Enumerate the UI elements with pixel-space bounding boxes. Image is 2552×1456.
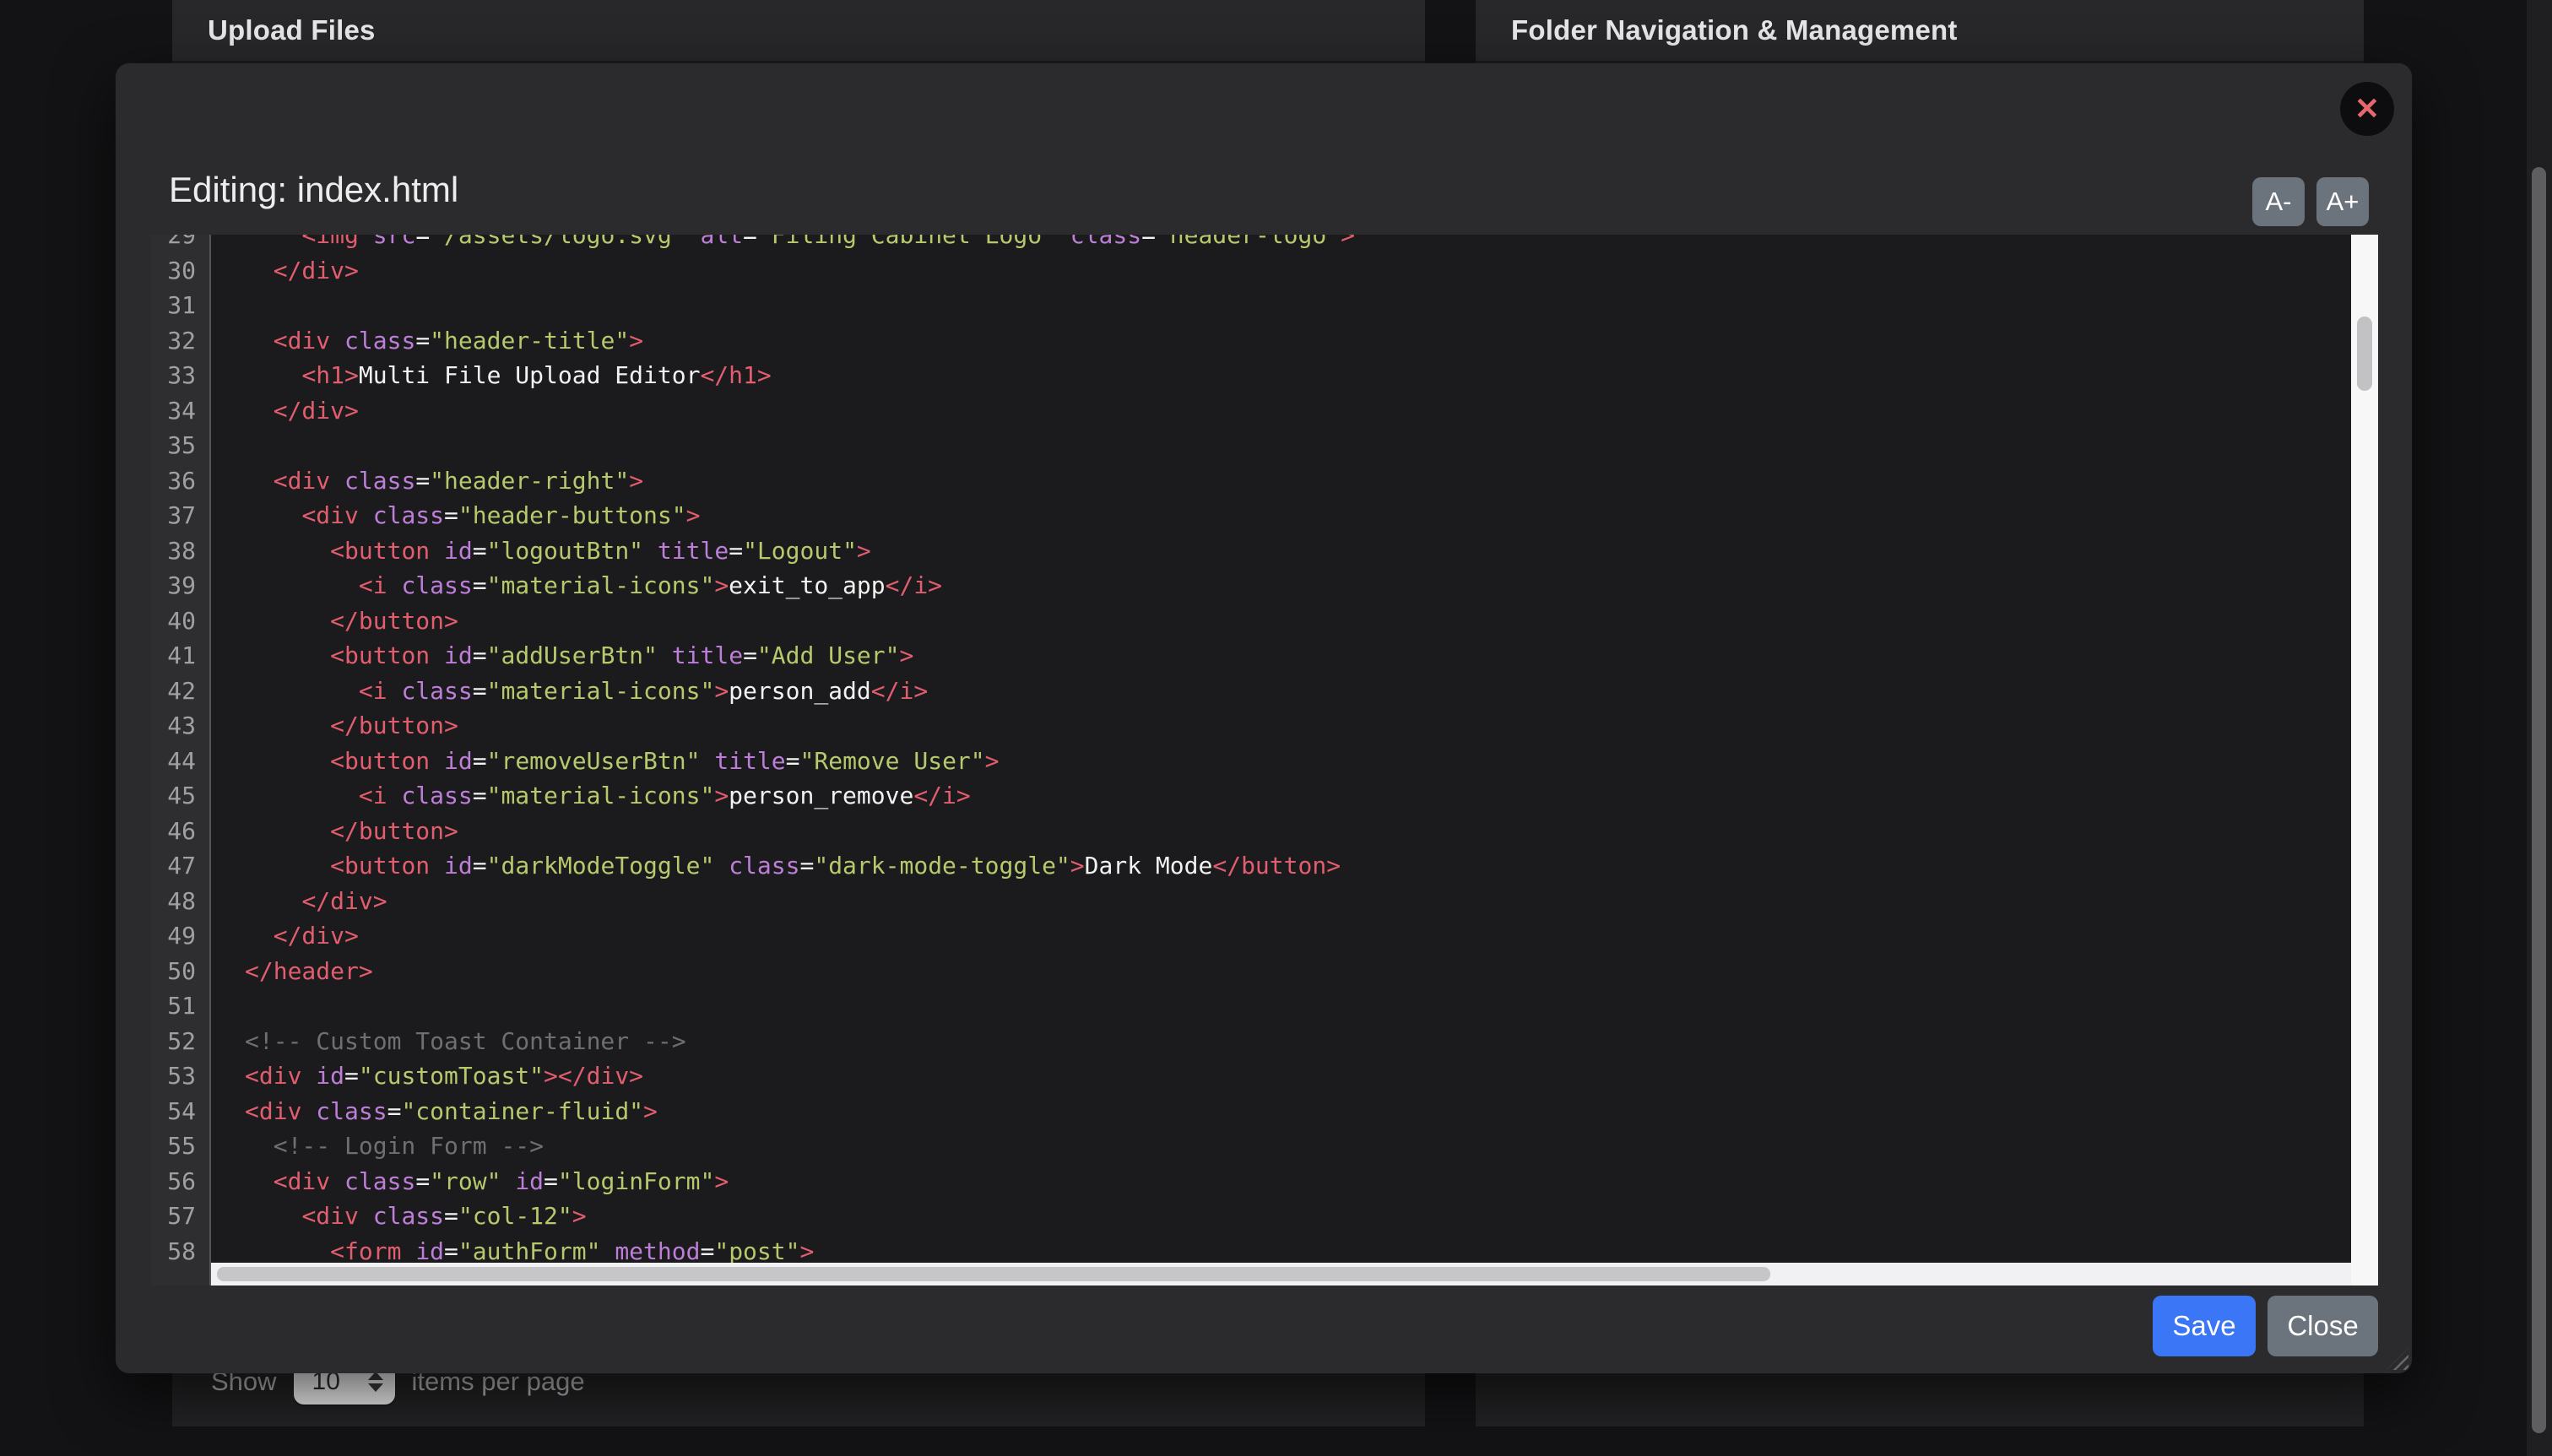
code-line: <h1>Multi File Upload Editor</h1> (245, 358, 1355, 393)
code-line: <i class="material-icons">exit_to_app</i… (245, 568, 1355, 604)
gutter-inner: 2930313233343536373839404142434445464748… (150, 235, 196, 1269)
code-line: <i class="material-icons">person_add</i> (245, 674, 1355, 709)
edit-file-modal: Editing: index.html ✕ A- A+ 293031323334… (116, 63, 2412, 1373)
code-line: </div> (245, 253, 1355, 289)
editor-vertical-scrollbar-thumb[interactable] (2357, 317, 2372, 391)
code-line: </div> (245, 393, 1355, 429)
line-number: 48 (150, 884, 196, 919)
line-number: 41 (150, 638, 196, 674)
upload-files-title: Upload Files (208, 14, 376, 46)
code-line: <!-- Login Form --> (245, 1129, 1355, 1164)
line-number: 29 (150, 235, 196, 253)
line-number: 33 (150, 358, 196, 393)
folder-navigation-card-header: Folder Navigation & Management (1476, 0, 2364, 63)
code-line: </div> (245, 918, 1355, 954)
code-line: <div class="row" id="loginForm"> (245, 1164, 1355, 1199)
line-number: 32 (150, 323, 196, 359)
editor-vertical-scrollbar[interactable] (2351, 235, 2378, 1286)
page-scrollbar-thumb[interactable] (2532, 167, 2546, 1433)
code-line (245, 288, 1355, 323)
line-number: 39 (150, 568, 196, 604)
code-editor[interactable]: 2930313233343536373839404142434445464748… (150, 235, 2378, 1286)
line-number: 50 (150, 954, 196, 989)
line-number: 36 (150, 463, 196, 499)
font-decrease-button[interactable]: A- (2252, 177, 2305, 226)
code-line: <i class="material-icons">person_remove<… (245, 778, 1355, 814)
code-line: <div class="container-fluid"> (245, 1094, 1355, 1129)
modal-title: Editing: index.html (169, 170, 458, 210)
line-number: 54 (150, 1094, 196, 1129)
code-line: </header> (245, 954, 1355, 989)
line-number: 56 (150, 1164, 196, 1199)
code-line: </button> (245, 814, 1355, 849)
save-button[interactable]: Save (2153, 1296, 2256, 1356)
modal-close-button[interactable]: ✕ (2340, 82, 2394, 136)
line-number: 49 (150, 918, 196, 954)
line-number: 30 (150, 253, 196, 289)
line-number: 47 (150, 848, 196, 884)
line-number: 45 (150, 778, 196, 814)
line-number: 51 (150, 988, 196, 1024)
resize-grip-icon[interactable] (2387, 1348, 2408, 1370)
line-number: 55 (150, 1129, 196, 1164)
close-button[interactable]: Close (2268, 1296, 2378, 1356)
code-line: <button id="darkModeToggle" class="dark-… (245, 848, 1355, 884)
code-line: <form id="authForm" method="post"> (245, 1234, 1355, 1264)
code-line: <div class="col-12"> (245, 1199, 1355, 1234)
upload-files-card-header: Upload Files (172, 0, 1425, 63)
close-icon: ✕ (2354, 91, 2380, 127)
code-line: <div class="header-buttons"> (245, 498, 1355, 533)
code-line: </button> (245, 708, 1355, 744)
line-number: 43 (150, 708, 196, 744)
line-number: 46 (150, 814, 196, 849)
page-scrollbar[interactable] (2527, 0, 2552, 1456)
code-line: <!-- Custom Toast Container --> (245, 1024, 1355, 1059)
line-number: 38 (150, 533, 196, 569)
line-number: 44 (150, 744, 196, 779)
line-number: 31 (150, 288, 196, 323)
code-line (245, 988, 1355, 1024)
code-inner: <img src="/assets/logo.svg" alt="Filing … (245, 235, 1355, 1263)
line-number-gutter: 2930313233343536373839404142434445464748… (150, 235, 211, 1286)
line-number: 53 (150, 1058, 196, 1094)
code-line: <div class="header-right"> (245, 463, 1355, 499)
line-number: 52 (150, 1024, 196, 1059)
code-line: <img src="/assets/logo.svg" alt="Filing … (245, 235, 1355, 253)
line-number: 58 (150, 1234, 196, 1269)
code-line: </button> (245, 604, 1355, 639)
modal-footer-buttons: Save Close (2153, 1296, 2378, 1356)
code-line: <button id="removeUserBtn" title="Remove… (245, 744, 1355, 779)
code-line: <div class="header-title"> (245, 323, 1355, 359)
select-spinner-icon (368, 1372, 383, 1392)
editor-horizontal-scrollbar-thumb[interactable] (217, 1267, 1770, 1281)
code-line: </div> (245, 884, 1355, 919)
code-line (245, 428, 1355, 463)
line-number: 40 (150, 604, 196, 639)
code-line: <div id="customToast"></div> (245, 1058, 1355, 1094)
line-number: 37 (150, 498, 196, 533)
folder-navigation-title: Folder Navigation & Management (1511, 14, 1958, 46)
font-increase-button[interactable]: A+ (2316, 177, 2369, 226)
code-line: <button id="addUserBtn" title="Add User"… (245, 638, 1355, 674)
line-number: 35 (150, 428, 196, 463)
line-number: 57 (150, 1199, 196, 1234)
code-line: <button id="logoutBtn" title="Logout"> (245, 533, 1355, 569)
code-view[interactable]: <img src="/assets/logo.svg" alt="Filing … (211, 235, 2351, 1263)
editor-horizontal-scrollbar[interactable] (211, 1263, 2351, 1286)
line-number: 34 (150, 393, 196, 429)
line-number: 42 (150, 674, 196, 709)
